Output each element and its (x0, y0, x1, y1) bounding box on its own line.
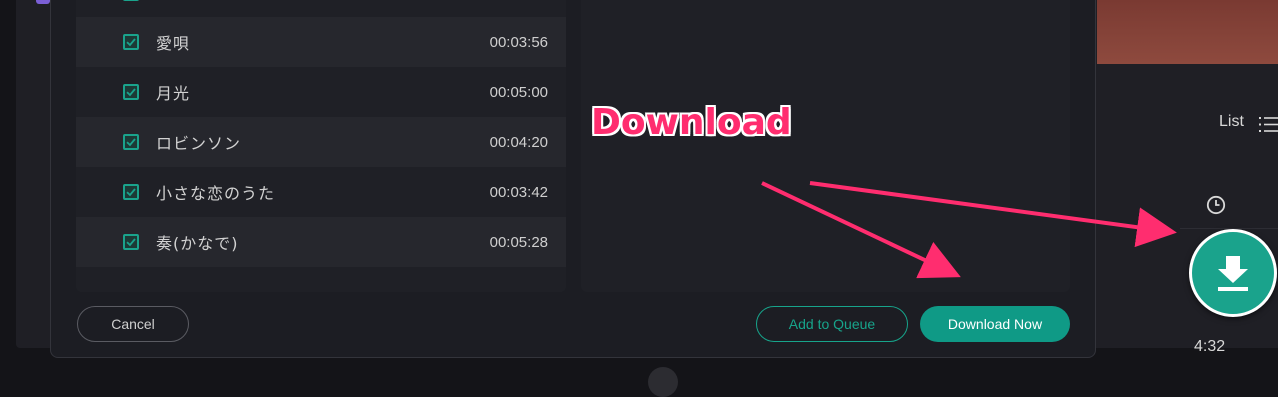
annotation-arrows (761, 181, 1177, 279)
arrow-to-download-icon (809, 181, 1177, 248)
annotation-label: Download (591, 102, 792, 143)
download-icon (1218, 256, 1248, 291)
download-button[interactable] (1189, 229, 1277, 317)
